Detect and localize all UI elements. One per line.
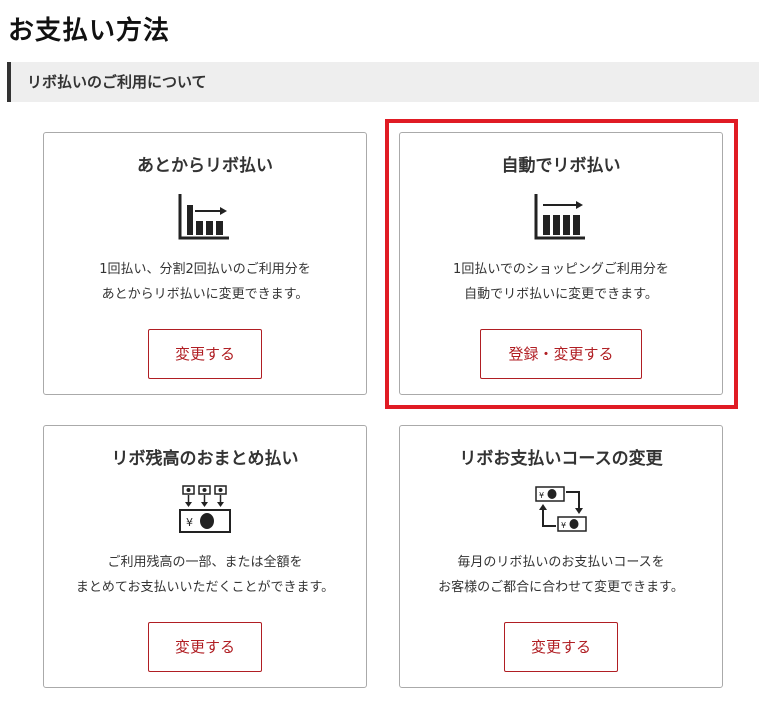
card-description: ご利用残高の一部、または全額を まとめてお支払いいただくことができます。 <box>75 555 335 595</box>
change-button[interactable]: 変更する <box>148 329 262 379</box>
change-button[interactable]: 変更する <box>504 622 618 672</box>
section-header: リボ払いのご利用について <box>7 62 759 102</box>
card-description: 毎月のリボ払いのお支払いコースを お客様のご都合に合わせて変更できます。 <box>438 555 684 595</box>
card-jidou-revo: 自動でリボ払い 1回払いでのショッピングご利用分を 自動でリボ払いに変更できます… <box>399 132 723 395</box>
svg-text:¥: ¥ <box>561 521 566 530</box>
bar-chart-auto-icon <box>533 191 589 243</box>
exchange-bills-icon: ¥ ¥ <box>533 484 589 536</box>
page-title: お支払い方法 <box>8 16 171 46</box>
card-revo-omatome: リボ残高のおまとめ払い ¥ ご利用残高の一部、または全額を まとめてお支払いいた… <box>43 425 367 688</box>
bar-chart-arrow-icon <box>177 191 233 243</box>
card-title: あとからリボ払い <box>137 156 273 176</box>
card-description: 1回払い、分割2回払いのご利用分を あとからリボ払いに変更できます。 <box>99 262 311 302</box>
card-title: リボ残高のおまとめ払い <box>111 449 299 469</box>
svg-text:¥: ¥ <box>186 516 193 529</box>
card-revo-course-change: リボお支払いコースの変更 ¥ ¥ 毎月のリボ払いのお支払いコースを お客様のご都… <box>399 425 723 688</box>
change-button[interactable]: 変更する <box>148 622 262 672</box>
svg-text:¥: ¥ <box>539 491 544 500</box>
card-title: リボお支払いコースの変更 <box>459 449 663 469</box>
card-title: 自動でリボ払い <box>501 156 621 176</box>
card-atokara-revo: あとからリボ払い 1回払い、分割2回払いのご利用分を あとからリボ払いに変更でき… <box>43 132 367 395</box>
card-description: 1回払いでのショッピングご利用分を 自動でリボ払いに変更できます。 <box>453 262 669 302</box>
register-change-button[interactable]: 登録・変更する <box>480 329 642 379</box>
consolidate-payment-icon: ¥ <box>177 484 233 536</box>
